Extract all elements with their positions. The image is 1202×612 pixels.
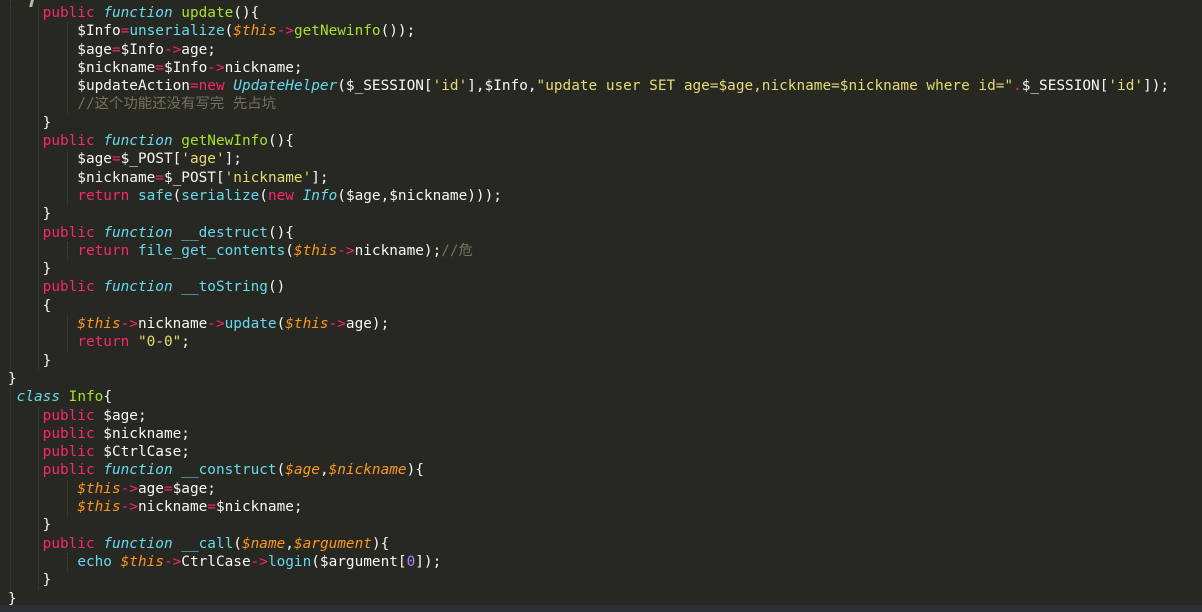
- code-line-12: }: [8, 206, 52, 223]
- code-line-21: }: [8, 370, 17, 387]
- code-line-3: $age=$Info->age;: [8, 41, 216, 58]
- code-line-14: return file_get_contents($this->nickname…: [77, 242, 473, 259]
- code-line-9: $age=$_POST['age'];: [8, 151, 242, 168]
- code-line-25: public $CtrlCase;: [42, 444, 190, 461]
- code-line-19: return "0-0";: [77, 334, 190, 351]
- code-line-16: public function __toString(): [42, 279, 286, 296]
- code-line-28: $this->nickname=$nickname;: [77, 499, 303, 516]
- code-line-20: }: [8, 352, 52, 369]
- code-line-32: }: [8, 572, 52, 589]
- code-line-13: public function __destruct(){: [42, 224, 294, 241]
- code-line-24: public $nickname;: [42, 425, 190, 442]
- code-line-27: $this->age=$age;: [77, 480, 216, 497]
- code-line-17: {: [8, 297, 52, 314]
- code-line-29: }: [8, 517, 52, 534]
- code-line-8: public function getNewInfo(){: [42, 133, 294, 150]
- code-line-1: public function update(){: [42, 5, 260, 21]
- code-line-18: $this->nickname->update($this->age);: [77, 316, 390, 333]
- code-line-10: $nickname=$_POST['nickname'];: [8, 169, 329, 186]
- code-line-23: public $age;: [42, 407, 147, 424]
- code-line-22: class Info{: [16, 389, 112, 406]
- code-line-2: $Info=unserialize($this->getNewinfo());: [8, 23, 416, 40]
- code-editor[interactable]: public function update(){ $Info=unserial…: [0, 0, 1202, 612]
- code-line-26: public function __construct($age,$nickna…: [42, 462, 424, 479]
- code-line-5: $updateAction=new UpdateHelper($_SESSION…: [8, 78, 1170, 95]
- code-line-30: public function __call($name,$argument){: [42, 535, 390, 552]
- bottom-edge-bar: [0, 605, 1202, 612]
- code-line-7: }: [8, 114, 52, 131]
- code-line-31: echo $this->CtrlCase->login($argument[0]…: [77, 553, 442, 570]
- code-line-11: return safe(serialize(new Info($age,$nic…: [77, 187, 502, 204]
- code-area[interactable]: public function update(){ $Info=unserial…: [8, 4, 1202, 608]
- code-line-6: //这个功能还没有写完 先占坑: [77, 96, 276, 113]
- code-line-4: $nickname=$Info->nickname;: [8, 59, 303, 76]
- code-line-15: }: [8, 261, 52, 278]
